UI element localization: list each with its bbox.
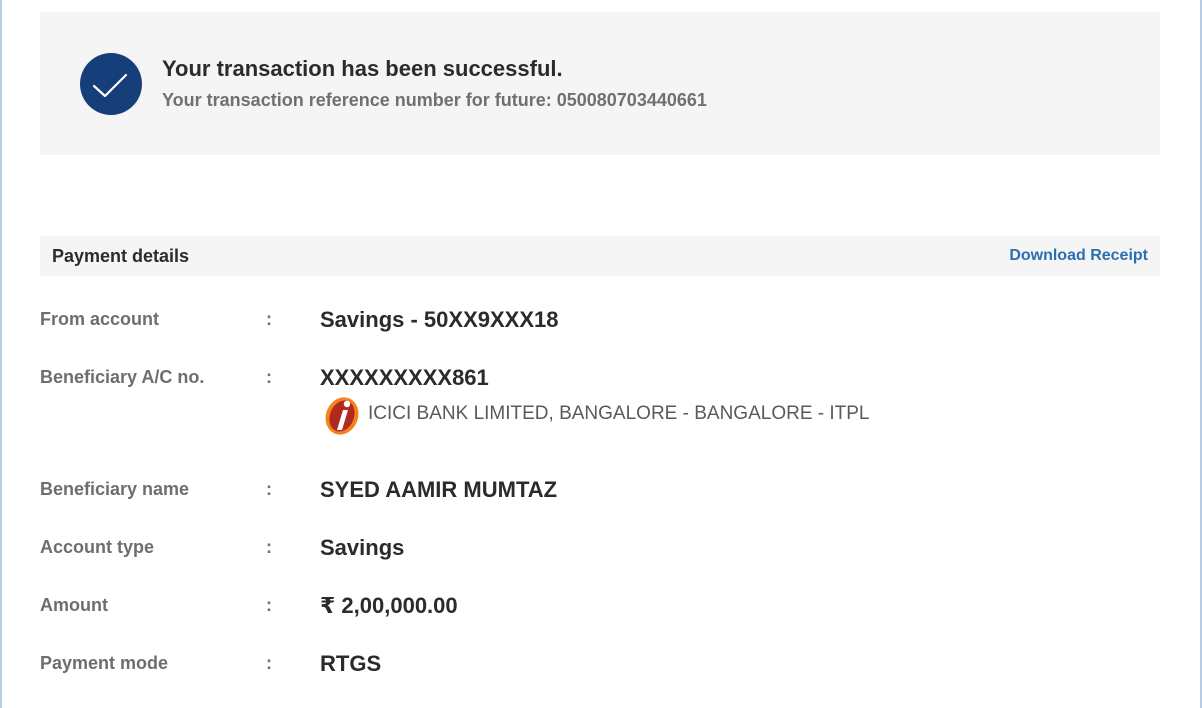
detail-label: Beneficiary A/C no. bbox=[40, 367, 205, 387]
detail-value: RTGS bbox=[320, 651, 382, 676]
detail-value: XXXXXXXXX861 bbox=[320, 365, 489, 390]
icici-logo-icon bbox=[325, 397, 359, 435]
detail-label: Amount bbox=[40, 595, 108, 615]
detail-value: Savings bbox=[320, 535, 405, 560]
frame-border-left bbox=[0, 0, 2, 708]
detail-value: ₹ 2,00,000.00 bbox=[320, 593, 458, 618]
success-title: Your transaction has been successful. bbox=[162, 56, 563, 81]
detail-colon: : bbox=[266, 367, 272, 387]
detail-colon: : bbox=[266, 479, 272, 499]
detail-colon: : bbox=[266, 309, 272, 329]
detail-label: From account bbox=[40, 309, 160, 329]
detail-value: SYED AAMIR MUMTAZ bbox=[320, 477, 558, 502]
detail-colon: : bbox=[266, 537, 272, 557]
success-banner: Your transaction has been successful. Yo… bbox=[40, 12, 1160, 155]
payment-details-header: Payment details Download Receipt bbox=[40, 236, 1160, 276]
detail-value: Savings - 50XX9XXX18 bbox=[320, 307, 559, 332]
payment-details-title: Payment details bbox=[52, 246, 190, 266]
download-receipt-link[interactable]: Download Receipt bbox=[1009, 247, 1148, 265]
detail-label: Payment mode bbox=[40, 653, 169, 673]
check-circle-icon bbox=[80, 53, 142, 115]
bank-name: ICICI BANK LIMITED, BANGALORE - BANGALOR… bbox=[368, 403, 870, 424]
transaction-reference: Your transaction reference number for fu… bbox=[162, 90, 707, 110]
detail-colon: : bbox=[266, 653, 272, 673]
detail-label: Beneficiary name bbox=[40, 479, 190, 499]
detail-label: Account type bbox=[40, 537, 155, 557]
detail-colon: : bbox=[266, 595, 272, 615]
